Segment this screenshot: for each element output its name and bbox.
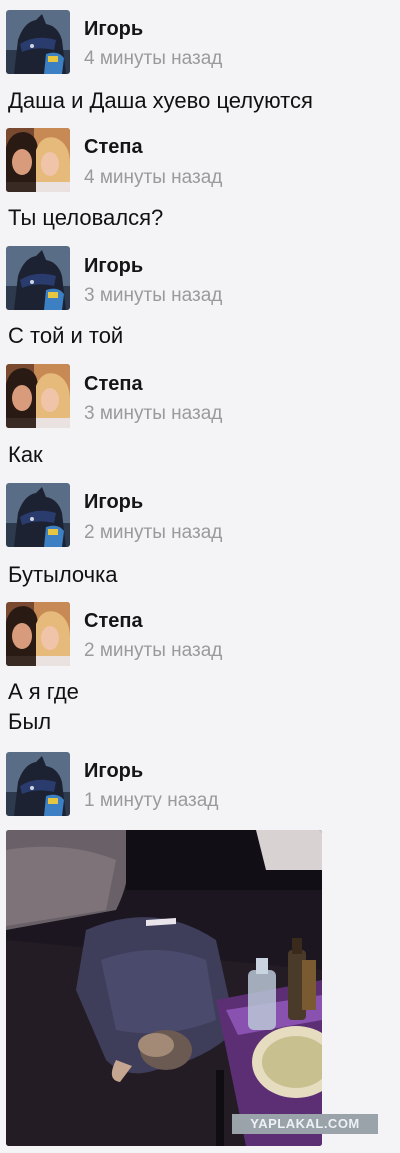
message-text: Бутылочка bbox=[8, 562, 118, 587]
author-name[interactable]: Степа bbox=[84, 136, 143, 159]
timestamp: 2 минуты назад bbox=[84, 522, 223, 543]
message-text: Ты целовался? bbox=[8, 205, 164, 230]
author-name[interactable]: Степа bbox=[84, 610, 143, 633]
photo-attachment[interactable] bbox=[6, 830, 322, 1146]
stepa-avatar-icon[interactable] bbox=[6, 602, 70, 666]
message-text: С той и той bbox=[8, 323, 124, 348]
timestamp: 4 минуты назад bbox=[84, 167, 223, 188]
author-name[interactable]: Игорь bbox=[84, 760, 143, 783]
igor-avatar-icon[interactable] bbox=[6, 752, 70, 816]
message-text-line-1: А я где bbox=[8, 679, 79, 704]
igor-avatar-icon[interactable] bbox=[6, 246, 70, 310]
author-name[interactable]: Степа bbox=[84, 373, 143, 396]
timestamp: 4 минуты назад bbox=[84, 48, 223, 69]
igor-avatar-icon[interactable] bbox=[6, 483, 70, 547]
watermark: YAPLAKAL.COM bbox=[232, 1114, 378, 1134]
stepa-avatar-icon[interactable] bbox=[6, 364, 70, 428]
author-name[interactable]: Игорь bbox=[84, 18, 143, 41]
timestamp: 3 минуты назад bbox=[84, 285, 223, 306]
author-name[interactable]: Игорь bbox=[84, 491, 143, 514]
message-text: Как bbox=[8, 442, 43, 467]
stepa-avatar-icon[interactable] bbox=[6, 128, 70, 192]
message-text: Даша и Даша хуево целуются bbox=[8, 88, 313, 113]
timestamp: 3 минуты назад bbox=[84, 403, 223, 424]
timestamp: 2 минуты назад bbox=[84, 640, 223, 661]
igor-avatar-icon[interactable] bbox=[6, 10, 70, 74]
message-text-line-2: Был bbox=[8, 709, 52, 734]
timestamp: 1 минуту назад bbox=[84, 790, 219, 811]
author-name[interactable]: Игорь bbox=[84, 255, 143, 278]
